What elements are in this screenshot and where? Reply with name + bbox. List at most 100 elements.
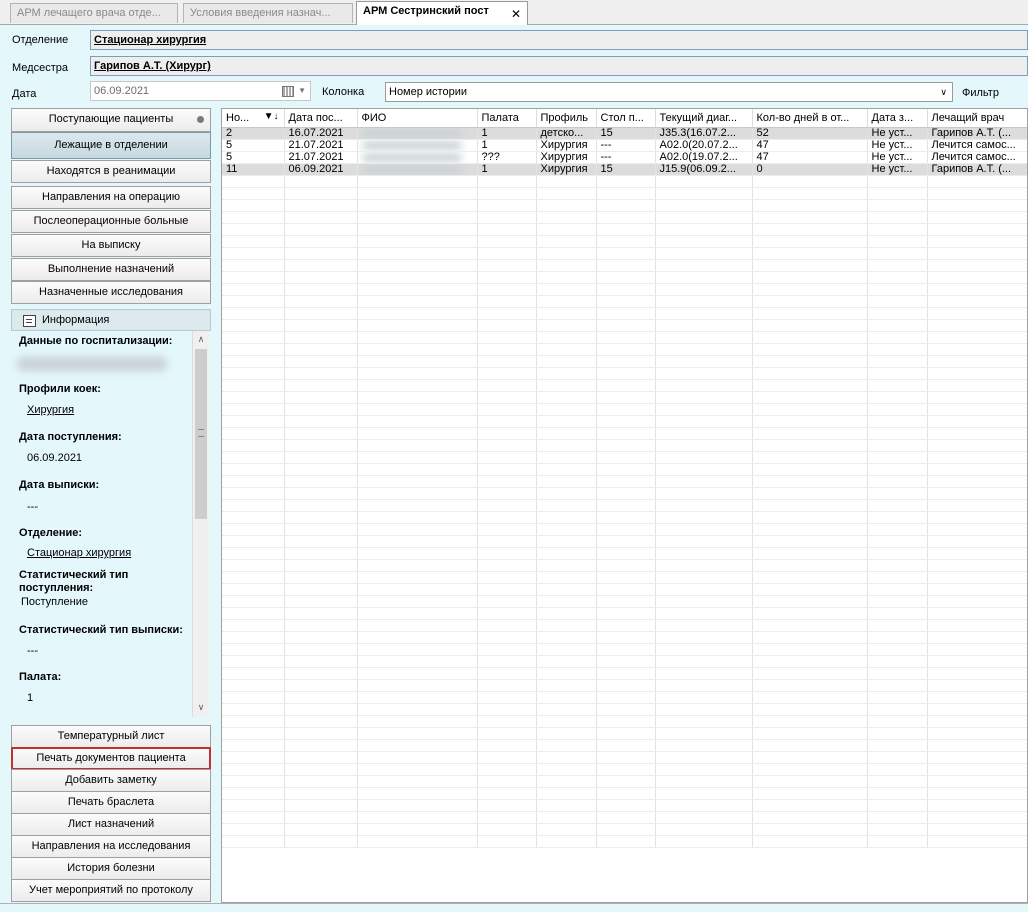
empty-row[interactable] [222, 595, 1027, 608]
empty-row[interactable] [222, 511, 1027, 524]
empty-row[interactable] [222, 799, 1027, 812]
column-header-close-date[interactable]: Дата з... [867, 109, 928, 128]
empty-row[interactable] [222, 283, 1027, 296]
nav-in-reanimation[interactable]: Находятся в реанимации [11, 160, 211, 183]
nav-postoperative[interactable]: Послеоперационные больные [11, 210, 211, 233]
empty-row[interactable] [222, 763, 1027, 776]
empty-row[interactable] [222, 535, 1027, 548]
column-header-doctor[interactable]: Лечащий врач [927, 109, 1027, 128]
nav-discharge[interactable]: На выписку [11, 234, 211, 257]
empty-row[interactable] [222, 679, 1027, 692]
nav-assigned-studies[interactable]: Назначенные исследования [11, 281, 211, 304]
empty-row[interactable] [222, 319, 1027, 332]
column-header-admit-date[interactable]: Дата пос... [284, 109, 358, 128]
column-header-diet[interactable]: Стол п... [596, 109, 656, 128]
column-header-diagnosis[interactable]: Текущий диаг... [655, 109, 753, 128]
patient-grid[interactable]: Но... ▼↓ Дата пос... ФИО Палата Профиль С… [221, 108, 1028, 903]
protocol-events-button[interactable]: Учет мероприятий по протоколу [11, 879, 211, 902]
empty-row[interactable] [222, 811, 1027, 824]
empty-row[interactable] [222, 631, 1027, 644]
empty-row[interactable] [222, 175, 1027, 188]
table-row[interactable]: 5 21.07.2021 1 Хирургия --- A02.0(20.07.2... 4… [222, 139, 1027, 152]
column-select[interactable]: Номер истории ∨ [385, 82, 953, 102]
nav-incoming-patients[interactable]: Поступающие пациенты [11, 108, 211, 132]
column-header-number[interactable]: Но... ▼↓ [222, 109, 285, 128]
date-picker[interactable]: 06.09.2021 ▼ [90, 81, 311, 101]
chevron-up-icon[interactable]: ∧ [193, 331, 209, 347]
nav-prescription-execution[interactable]: Выполнение назначений [11, 258, 211, 281]
chevron-down-icon[interactable]: ∨ [940, 83, 947, 101]
empty-row[interactable] [222, 787, 1027, 800]
empty-row[interactable] [222, 439, 1027, 452]
empty-row[interactable] [222, 655, 1027, 668]
empty-row[interactable] [222, 391, 1027, 404]
empty-row[interactable] [222, 523, 1027, 536]
empty-row[interactable] [222, 271, 1027, 284]
table-row[interactable]: 11 06.09.2021 1 Хирургия 15 J15.9(06.09.2... 0… [222, 163, 1027, 176]
empty-row[interactable] [222, 463, 1027, 476]
table-row[interactable]: 2 16.07.2021 1 детско... 15 J35.3(16.07.2... 5… [222, 127, 1027, 140]
nurse-field[interactable]: Гарипов А.Т. (Хирург) [90, 56, 1028, 76]
column-header-name[interactable]: ФИО [357, 109, 478, 128]
empty-row[interactable] [222, 367, 1027, 380]
empty-row[interactable] [222, 487, 1027, 500]
empty-row[interactable] [222, 619, 1027, 632]
empty-row[interactable] [222, 643, 1027, 656]
info-panel-header[interactable]: Информация [11, 309, 211, 331]
empty-row[interactable] [222, 211, 1027, 224]
empty-row[interactable] [222, 667, 1027, 680]
empty-row[interactable] [222, 199, 1027, 212]
empty-row[interactable] [222, 295, 1027, 308]
empty-row[interactable] [222, 355, 1027, 368]
close-icon[interactable]: ✕ [511, 5, 521, 24]
empty-row[interactable] [222, 499, 1027, 512]
empty-row[interactable] [222, 427, 1027, 440]
study-referrals-button[interactable]: Направления на исследования [11, 835, 211, 858]
empty-row[interactable] [222, 307, 1027, 320]
nav-surgery-referrals[interactable]: Направления на операцию [11, 186, 211, 209]
prescription-sheet-button[interactable]: Лист назначений [11, 813, 211, 836]
filter-label[interactable]: Фильтр [962, 87, 999, 99]
print-bracelet-button[interactable]: Печать браслета [11, 791, 211, 814]
chevron-down-icon[interactable]: ∨ [193, 699, 209, 715]
empty-row[interactable] [222, 835, 1027, 848]
medical-history-button[interactable]: История болезни [11, 857, 211, 880]
empty-row[interactable] [222, 403, 1027, 416]
empty-row[interactable] [222, 187, 1027, 200]
empty-row[interactable] [222, 331, 1027, 344]
department-field[interactable]: Стационар хирургия [90, 30, 1028, 50]
empty-row[interactable] [222, 379, 1027, 392]
print-patient-documents-button[interactable]: Печать документов пациента [11, 747, 211, 770]
empty-row[interactable] [222, 691, 1027, 704]
empty-row[interactable] [222, 235, 1027, 248]
empty-row[interactable] [222, 775, 1027, 788]
empty-row[interactable] [222, 451, 1027, 464]
empty-row[interactable] [222, 475, 1027, 488]
empty-row[interactable] [222, 823, 1027, 836]
empty-row[interactable] [222, 547, 1027, 560]
column-header-profile[interactable]: Профиль [536, 109, 597, 128]
column-header-ward[interactable]: Палата [477, 109, 537, 128]
temperature-sheet-button[interactable]: Температурный лист [11, 725, 211, 748]
info-scrollbar[interactable]: ∧ ∨ [192, 331, 209, 717]
empty-row[interactable] [222, 715, 1027, 728]
empty-row[interactable] [222, 247, 1027, 260]
add-note-button[interactable]: Добавить заметку [11, 769, 211, 792]
empty-row[interactable] [222, 223, 1027, 236]
empty-row[interactable] [222, 415, 1027, 428]
profiles-link[interactable]: Хирургия [27, 404, 74, 416]
tab-doctor-workstation[interactable]: АРМ лечащего врача отде... [10, 3, 178, 23]
empty-row[interactable] [222, 607, 1027, 620]
empty-row[interactable] [222, 343, 1027, 356]
empty-row[interactable] [222, 727, 1027, 740]
calendar-icon[interactable] [282, 86, 294, 97]
tab-administration-conditions[interactable]: Условия введения назнач... [183, 3, 353, 23]
empty-row[interactable] [222, 259, 1027, 272]
empty-row[interactable] [222, 739, 1027, 752]
empty-row[interactable] [222, 703, 1027, 716]
empty-row[interactable] [222, 571, 1027, 584]
empty-row[interactable] [222, 751, 1027, 764]
tab-nurse-post[interactable]: АРМ Сестринский пост ✕ [356, 1, 528, 25]
empty-row[interactable] [222, 559, 1027, 572]
column-header-days[interactable]: Кол-во дней в от... [752, 109, 868, 128]
